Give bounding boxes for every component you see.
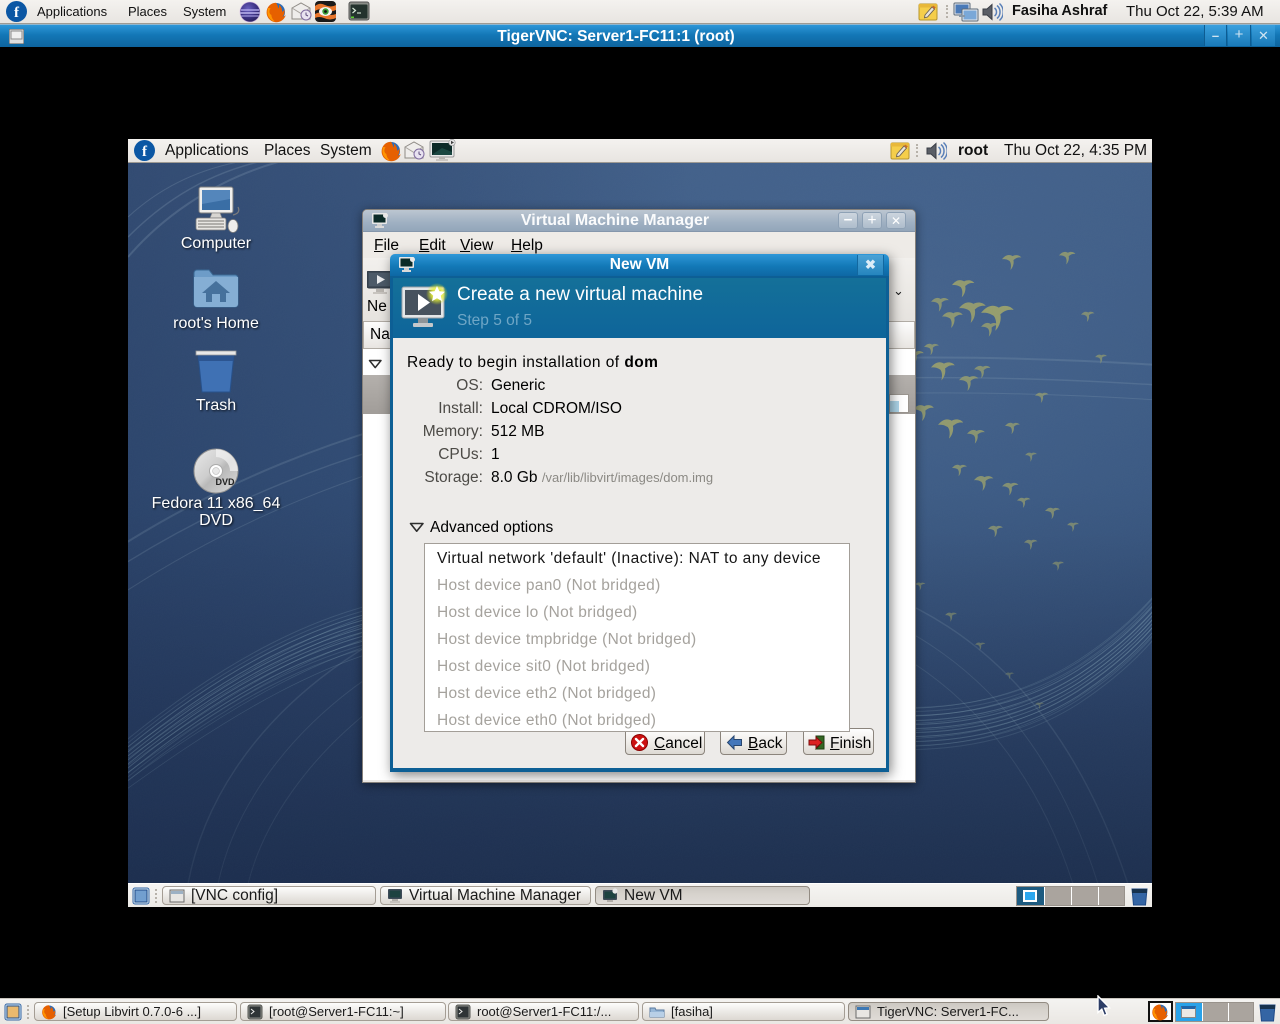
- svg-text:DVD: DVD: [215, 477, 235, 487]
